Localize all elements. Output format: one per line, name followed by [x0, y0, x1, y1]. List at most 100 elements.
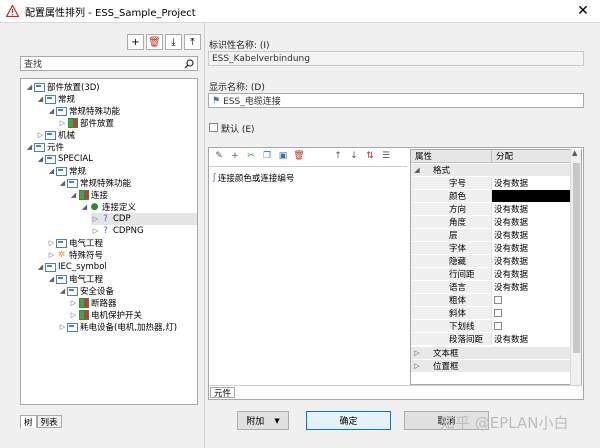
tree-node[interactable]: ▷ 机械	[36, 129, 75, 141]
expand-icon[interactable]: ▷	[91, 227, 100, 236]
underline-checkbox-cell[interactable]	[491, 320, 571, 332]
tree-node[interactable]: ◢ 部件放置(3D)	[25, 81, 100, 93]
tree-node[interactable]: ▷ 断路器	[69, 297, 117, 309]
delete-icon[interactable]: 🗑	[292, 149, 306, 162]
scroll-thumb[interactable]	[573, 163, 580, 353]
expand-icon[interactable]: ▷	[91, 215, 100, 224]
sort-icon[interactable]: ⇅	[363, 149, 377, 162]
expand-icon[interactable]: ▷	[47, 239, 56, 248]
new-button[interactable]: +	[127, 34, 144, 50]
collapse-icon[interactable]: ◢	[58, 287, 67, 296]
tree-node[interactable]: ◢ 连接	[69, 189, 108, 201]
tree-node[interactable]: ◢ 电气工程	[47, 273, 103, 285]
tree-node[interactable]: ▷ ✲ 特殊符号	[47, 249, 103, 261]
tab-list[interactable]: 列表	[36, 415, 62, 428]
paste-icon[interactable]: ▣	[276, 149, 290, 162]
color-swatch[interactable]	[491, 190, 571, 202]
export-button[interactable]: ⤒	[184, 34, 201, 50]
tree-node[interactable]: ◢ ● 连接定义	[80, 201, 136, 213]
plus-icon[interactable]: +	[228, 149, 242, 162]
collapse-icon[interactable]: ◢	[69, 191, 78, 200]
tree-node[interactable]: ◢ IEC_symbol	[36, 261, 107, 273]
prop-value[interactable]: 没有数据	[491, 242, 571, 254]
expand-icon[interactable]: ▷	[69, 311, 78, 320]
prop-row[interactable]: 下划线	[411, 320, 571, 332]
prop-row[interactable]: 斜体	[411, 307, 571, 319]
move-up-icon[interactable]: ↑	[331, 149, 345, 162]
element-list[interactable]: ʃ 连接颜色或连接编号	[209, 166, 407, 384]
prop-row[interactable]: 段落间距 没有数据	[411, 333, 571, 345]
collapse-icon[interactable]: ◢	[80, 203, 89, 212]
prop-value[interactable]: 没有数据	[491, 177, 571, 189]
expand-icon[interactable]: ▷	[58, 119, 67, 128]
import-button[interactable]: ⤓	[165, 34, 182, 50]
prop-row[interactable]: 字体 没有数据	[411, 242, 571, 254]
italic-checkbox-cell[interactable]	[491, 307, 571, 319]
prop-row[interactable]: 颜色	[411, 190, 571, 202]
display-name-field[interactable]: ⚑ ESS_电缆连接	[208, 93, 584, 108]
collapse-icon[interactable]: ◢	[47, 107, 56, 116]
expand-icon[interactable]: ▷	[411, 349, 423, 357]
prop-row[interactable]: 方向 没有数据	[411, 203, 571, 215]
bold-checkbox[interactable]	[494, 296, 502, 304]
prop-row[interactable]: 隐藏 没有数据	[411, 255, 571, 267]
expand-icon[interactable]: ▷	[69, 299, 78, 308]
group-textbox[interactable]: ▷ 文本框	[411, 347, 571, 359]
search-icon[interactable]	[181, 58, 197, 69]
prop-value[interactable]: 没有数据	[491, 268, 571, 280]
cut-icon[interactable]: ✂	[244, 149, 258, 162]
prop-value[interactable]: 没有数据	[491, 216, 571, 228]
expand-icon[interactable]: ▷	[36, 131, 45, 140]
prop-row[interactable]: 语言 没有数据	[411, 281, 571, 293]
tree-node[interactable]: ◢ 常规	[47, 165, 86, 177]
prop-value[interactable]: 没有数据	[491, 333, 571, 345]
property-scrollbar[interactable]: ▲	[570, 149, 581, 385]
prop-row[interactable]: 粗体	[411, 294, 571, 306]
list-item[interactable]: ʃ 连接颜色或连接编号	[213, 172, 294, 184]
list-icon[interactable]: ☰	[379, 149, 393, 162]
scroll-up-icon[interactable]: ▲	[572, 149, 577, 157]
tree-node[interactable]: ◢ 常规特殊功能	[58, 177, 131, 189]
ok-button[interactable]: 确定	[306, 411, 391, 430]
tree-node[interactable]: ◢ 安全设备	[58, 285, 114, 297]
collapse-icon[interactable]: ◢	[36, 95, 45, 104]
expand-icon[interactable]: ▷	[47, 251, 56, 260]
tree-node[interactable]: ◢ 常规特殊功能	[47, 105, 120, 117]
prop-row[interactable]: 角度 没有数据	[411, 216, 571, 228]
tree-node[interactable]: ◢ SPECIAL	[36, 153, 93, 165]
tree-node[interactable]: ◢ 元件	[25, 141, 64, 153]
collapse-icon[interactable]: ◢	[411, 166, 423, 174]
tree-node[interactable]: ◢ 常规	[36, 93, 75, 105]
expand-icon[interactable]: ▷	[58, 323, 67, 332]
prop-value[interactable]: 没有数据	[491, 255, 571, 267]
property-table[interactable]: 属性 分配 ◢ 格式 字号 没有数据 颜色 方向 没有数据 角度 没有数据 层没有数据 …	[410, 149, 582, 385]
tab-tree[interactable]: 树	[20, 415, 37, 428]
pane-splitter[interactable]	[204, 23, 205, 448]
prop-row[interactable]: 行间距 没有数据	[411, 268, 571, 280]
expand-icon[interactable]: ▷	[411, 362, 423, 370]
collapse-icon[interactable]: ◢	[58, 179, 67, 188]
prop-row[interactable]: 字号 没有数据	[411, 177, 571, 189]
tree-node[interactable]: ▷? CDPNG	[91, 225, 144, 237]
delete-button[interactable]: 🗑	[146, 34, 163, 50]
pencil-icon[interactable]: ✎	[212, 149, 226, 162]
group-format[interactable]: ◢ 格式	[411, 164, 571, 176]
search-box[interactable]: 查找	[20, 56, 198, 71]
search-input[interactable]: 查找	[21, 57, 181, 70]
tree-node[interactable]: ▷ 电气工程	[47, 237, 103, 249]
prop-value[interactable]: 没有数据	[491, 281, 571, 293]
move-down-icon[interactable]: ↓	[347, 149, 361, 162]
prop-value[interactable]: 没有数据	[491, 229, 571, 241]
collapse-icon[interactable]: ◢	[25, 83, 34, 92]
default-checkbox[interactable]	[209, 123, 218, 132]
underline-checkbox[interactable]	[494, 322, 502, 330]
copy-icon[interactable]: ❐	[260, 149, 274, 162]
collapse-icon[interactable]: ◢	[25, 143, 34, 152]
tree-node-selected[interactable]: ▷? CDP	[91, 213, 197, 225]
add-button[interactable]: 附加 ▼	[237, 411, 289, 430]
close-button[interactable]: ✕	[566, 0, 600, 22]
collapse-icon[interactable]: ◢	[47, 167, 56, 176]
italic-checkbox[interactable]	[494, 309, 502, 317]
prop-row[interactable]: 层没有数据	[411, 229, 571, 241]
tree-node[interactable]: ▷ 耗电设备(电机,加热器,灯)	[58, 321, 177, 333]
